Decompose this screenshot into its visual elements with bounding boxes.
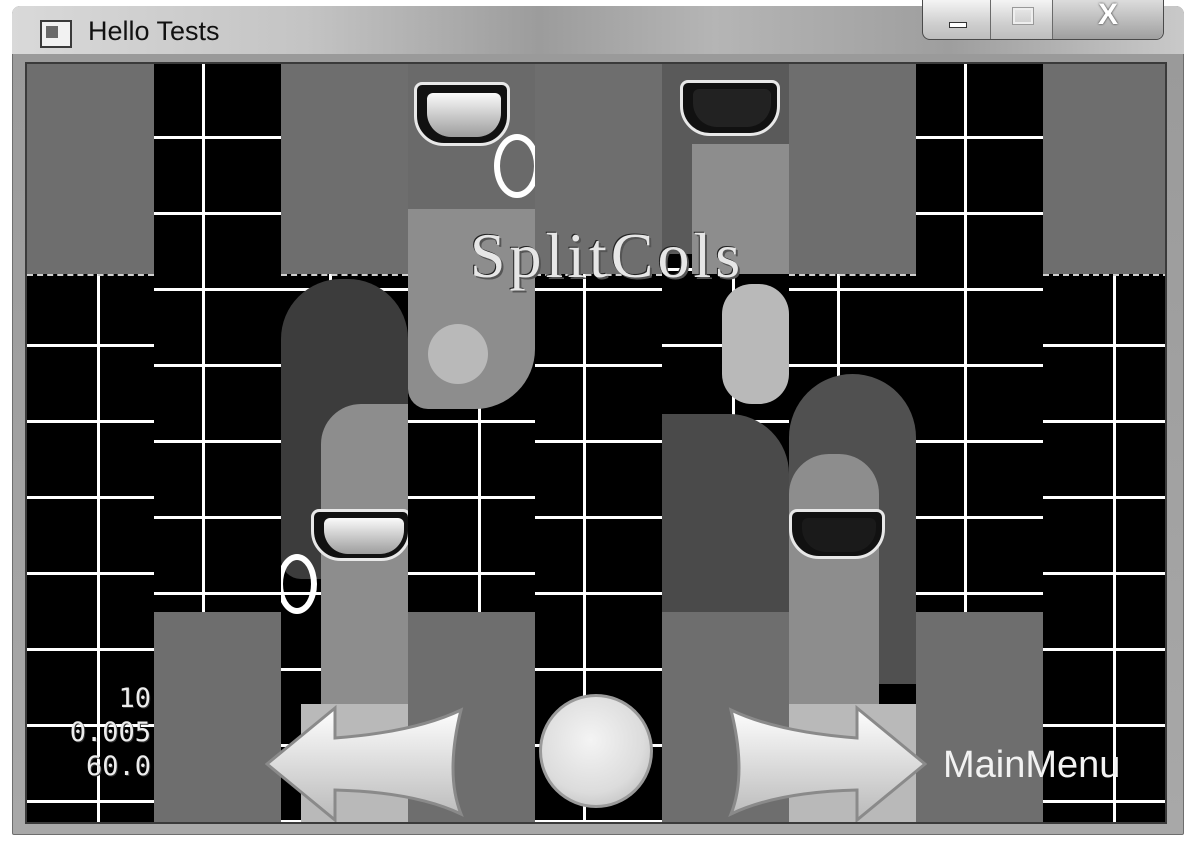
close-button[interactable]: X: [1053, 0, 1163, 39]
minimize-button[interactable]: [923, 0, 991, 39]
minimize-icon: [949, 22, 967, 28]
gray-block: [281, 64, 408, 274]
left-arrow-icon[interactable]: [265, 704, 465, 824]
maximize-button[interactable]: [991, 0, 1053, 39]
gray-block: [154, 612, 281, 822]
stat-line: 10: [118, 683, 151, 714]
gray-block: [27, 64, 154, 274]
close-icon: X: [1097, 0, 1118, 31]
maximize-icon: [1012, 7, 1034, 25]
gray-block: [1043, 64, 1165, 274]
window-title: Hello Tests: [88, 16, 220, 46]
main-menu-link[interactable]: MainMenu: [943, 744, 1120, 787]
stat-line: 0.005: [69, 717, 151, 748]
split-column-8: [916, 64, 1043, 822]
split-column-2: [154, 64, 281, 822]
gray-block: [789, 64, 916, 274]
app-window-icon: [40, 20, 72, 48]
caption-buttons: X: [922, 0, 1164, 40]
split-column-9: [1043, 64, 1165, 822]
stats-readout: 10 0.005 60.0: [31, 682, 151, 784]
gray-block: [916, 612, 1043, 822]
stat-line: 60.0: [85, 751, 151, 782]
scene-title: SplitCols: [469, 220, 745, 291]
circle-icon[interactable]: [539, 694, 653, 808]
game-canvas[interactable]: SplitCols 10 0.005 60.0 MainMenu: [25, 62, 1167, 824]
right-arrow-icon[interactable]: [727, 704, 927, 824]
